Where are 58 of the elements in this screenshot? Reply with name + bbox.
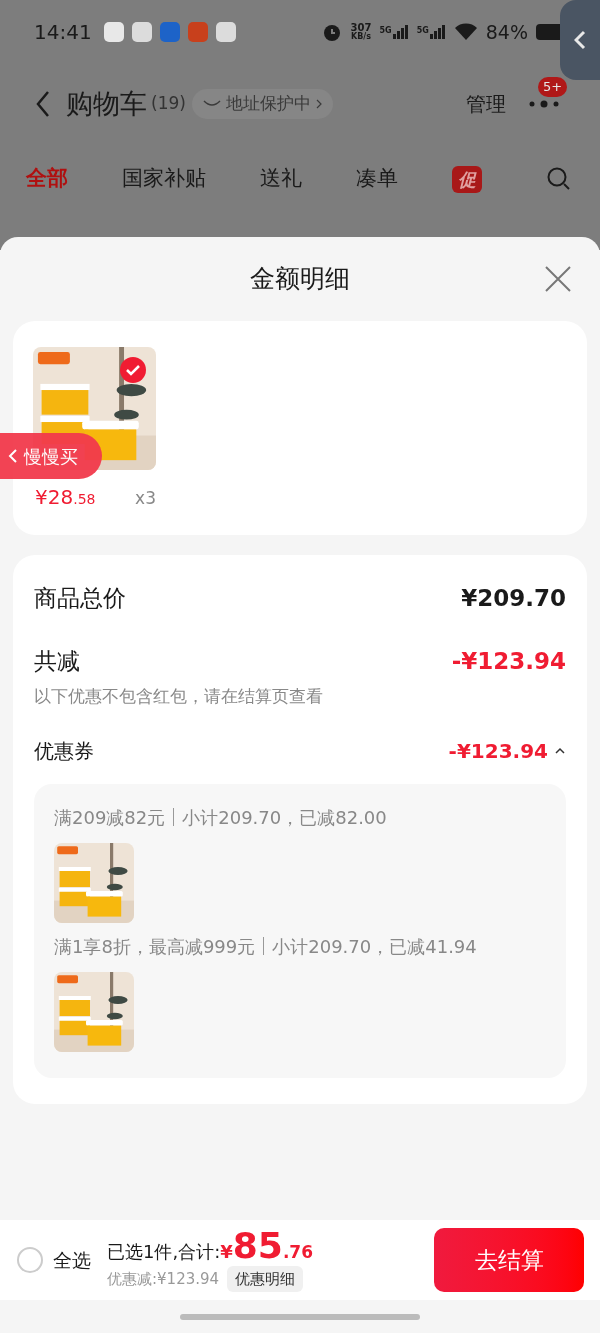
network-label: 5G <box>379 25 392 37</box>
checkout-button[interactable]: 去结算 <box>434 1228 584 1292</box>
app-icon <box>215 22 236 42</box>
coupon-detail: 小计209.70，已减41.94 <box>272 934 477 959</box>
item-quantity: x3 <box>135 487 156 510</box>
select-all-label: 全选 <box>53 1247 91 1273</box>
signal-icon <box>392 25 409 39</box>
reduction-note: 以下优惠不包含红包，请在结算页查看 <box>34 685 324 708</box>
app-icon <box>131 22 152 42</box>
floating-tab[interactable]: 慢慢买 <box>0 433 102 479</box>
coupon-detail: 小计209.70，已减82.00 <box>182 805 387 830</box>
selected-summary: 已选1件,合计: <box>107 1240 221 1265</box>
radio-button[interactable] <box>17 1247 43 1273</box>
floating-tab-label: 慢慢买 <box>24 444 78 469</box>
total-label: 商品总价 <box>34 584 126 613</box>
total-value: ¥209.70 <box>461 584 566 613</box>
app-icon <box>159 22 180 42</box>
tab[interactable]: 凑单 <box>356 163 398 195</box>
address-badge-label: 地址保护中 <box>225 92 311 116</box>
close-icon[interactable] <box>544 265 572 293</box>
chevron-up-icon[interactable] <box>554 746 566 755</box>
signal-icon <box>429 25 446 39</box>
item-count: (19) <box>151 92 186 116</box>
wifi-icon <box>453 23 478 41</box>
app-icon <box>103 22 124 42</box>
reduction-value: -¥123.94 <box>451 646 566 676</box>
app-icon <box>187 22 208 42</box>
coupon-rule: 满209减82元 <box>54 805 166 830</box>
network-speed: 307 <box>350 23 372 33</box>
discount-text: 优惠减:¥123.94 <box>107 1268 220 1290</box>
side-tab[interactable] <box>560 0 600 80</box>
notification-badge: 5+ <box>538 77 568 97</box>
chevron-left-icon <box>574 30 586 50</box>
reduction-label: 共减 <box>34 646 80 676</box>
coupon-value: -¥123.94 <box>448 737 548 765</box>
chevron-left-icon <box>8 448 18 464</box>
more-icon[interactable] <box>528 99 560 109</box>
network-label: 5G <box>416 25 429 37</box>
eye-closed-icon <box>201 99 222 109</box>
promo-tab[interactable]: 促 <box>452 165 482 193</box>
chevron-right-icon <box>314 98 323 110</box>
time: 14:41 <box>34 19 92 46</box>
network-speed-unit: KB/s <box>351 33 372 41</box>
coupon-rule: 满1享8折，最高减999元 <box>54 934 256 959</box>
check-icon[interactable] <box>119 356 147 384</box>
sheet-title: 金额明细 <box>250 263 350 296</box>
tab[interactable]: 国家补贴 <box>122 163 206 195</box>
back-icon[interactable] <box>34 89 52 119</box>
battery-percent: 84% <box>485 19 528 45</box>
total-price: ¥85.76 <box>220 1228 313 1266</box>
item-price: ¥28.58 <box>35 484 96 511</box>
manage-button[interactable]: 管理 <box>466 89 506 119</box>
tab[interactable]: 送礼 <box>260 163 302 195</box>
coupon-label: 优惠券 <box>34 737 94 765</box>
search-icon[interactable] <box>546 166 572 192</box>
page-title: 购物车 <box>66 86 147 121</box>
address-badge[interactable]: 地址保护中 <box>191 89 333 119</box>
discount-details-button[interactable]: 优惠明细 <box>227 1265 304 1292</box>
